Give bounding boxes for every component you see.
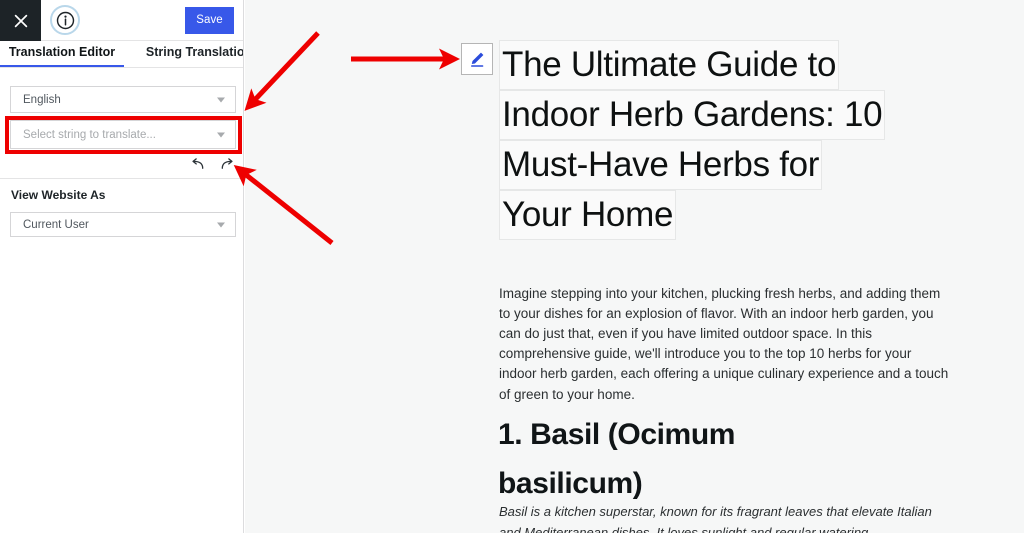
view-website-as-select[interactable]: Current User: [10, 212, 236, 237]
title-line[interactable]: Your Home: [499, 190, 677, 240]
page-preview: The Ultimate Guide to Indoor Herb Garden…: [245, 0, 1024, 533]
chevron-down-icon: [217, 222, 225, 227]
tab-string-translation[interactable]: String Translation: [124, 41, 243, 65]
history-controls: [186, 154, 242, 174]
pencil-icon: [468, 50, 486, 68]
chevron-down-icon: [217, 132, 225, 137]
sidebar-divider: [0, 178, 243, 179]
info-button[interactable]: [50, 5, 80, 35]
close-button[interactable]: [0, 0, 41, 41]
sidebar-tabs: Translation Editor String Translation: [0, 41, 243, 68]
undo-arrow-icon: [189, 157, 206, 171]
title-line[interactable]: Indoor Herb Gardens: 10: [499, 90, 886, 140]
title-line[interactable]: The Ultimate Guide to: [499, 40, 840, 90]
view-website-as-value: Current User: [23, 218, 89, 231]
language-select[interactable]: English: [10, 86, 236, 113]
translation-sidebar: Save Translation Editor String Translatio…: [0, 0, 244, 533]
title-line[interactable]: Must-Have Herbs for: [499, 140, 823, 190]
undo-button[interactable]: [186, 154, 208, 174]
section-heading[interactable]: 1. Basil (Ocimum basilicum): [498, 410, 808, 508]
chevron-down-icon: [217, 97, 225, 102]
save-button[interactable]: Save: [185, 7, 234, 34]
section-paragraph[interactable]: Basil is a kitchen superstar, known for …: [499, 502, 939, 533]
string-select-placeholder: Select string to translate...: [23, 128, 156, 141]
close-icon: [13, 13, 29, 29]
redo-arrow-icon: [219, 157, 236, 171]
sidebar-topbar: Save: [0, 0, 243, 41]
view-website-as-label: View Website As: [11, 188, 106, 202]
page-title[interactable]: The Ultimate Guide to Indoor Herb Garden…: [499, 40, 949, 240]
redo-button[interactable]: [216, 154, 238, 174]
intro-paragraph[interactable]: Imagine stepping into your kitchen, pluc…: [499, 284, 951, 405]
tab-translation-editor[interactable]: Translation Editor: [0, 41, 124, 67]
language-select-value: English: [23, 93, 61, 106]
edit-title-button[interactable]: [461, 43, 493, 75]
info-icon: [56, 11, 75, 30]
string-select[interactable]: Select string to translate...: [10, 120, 236, 149]
